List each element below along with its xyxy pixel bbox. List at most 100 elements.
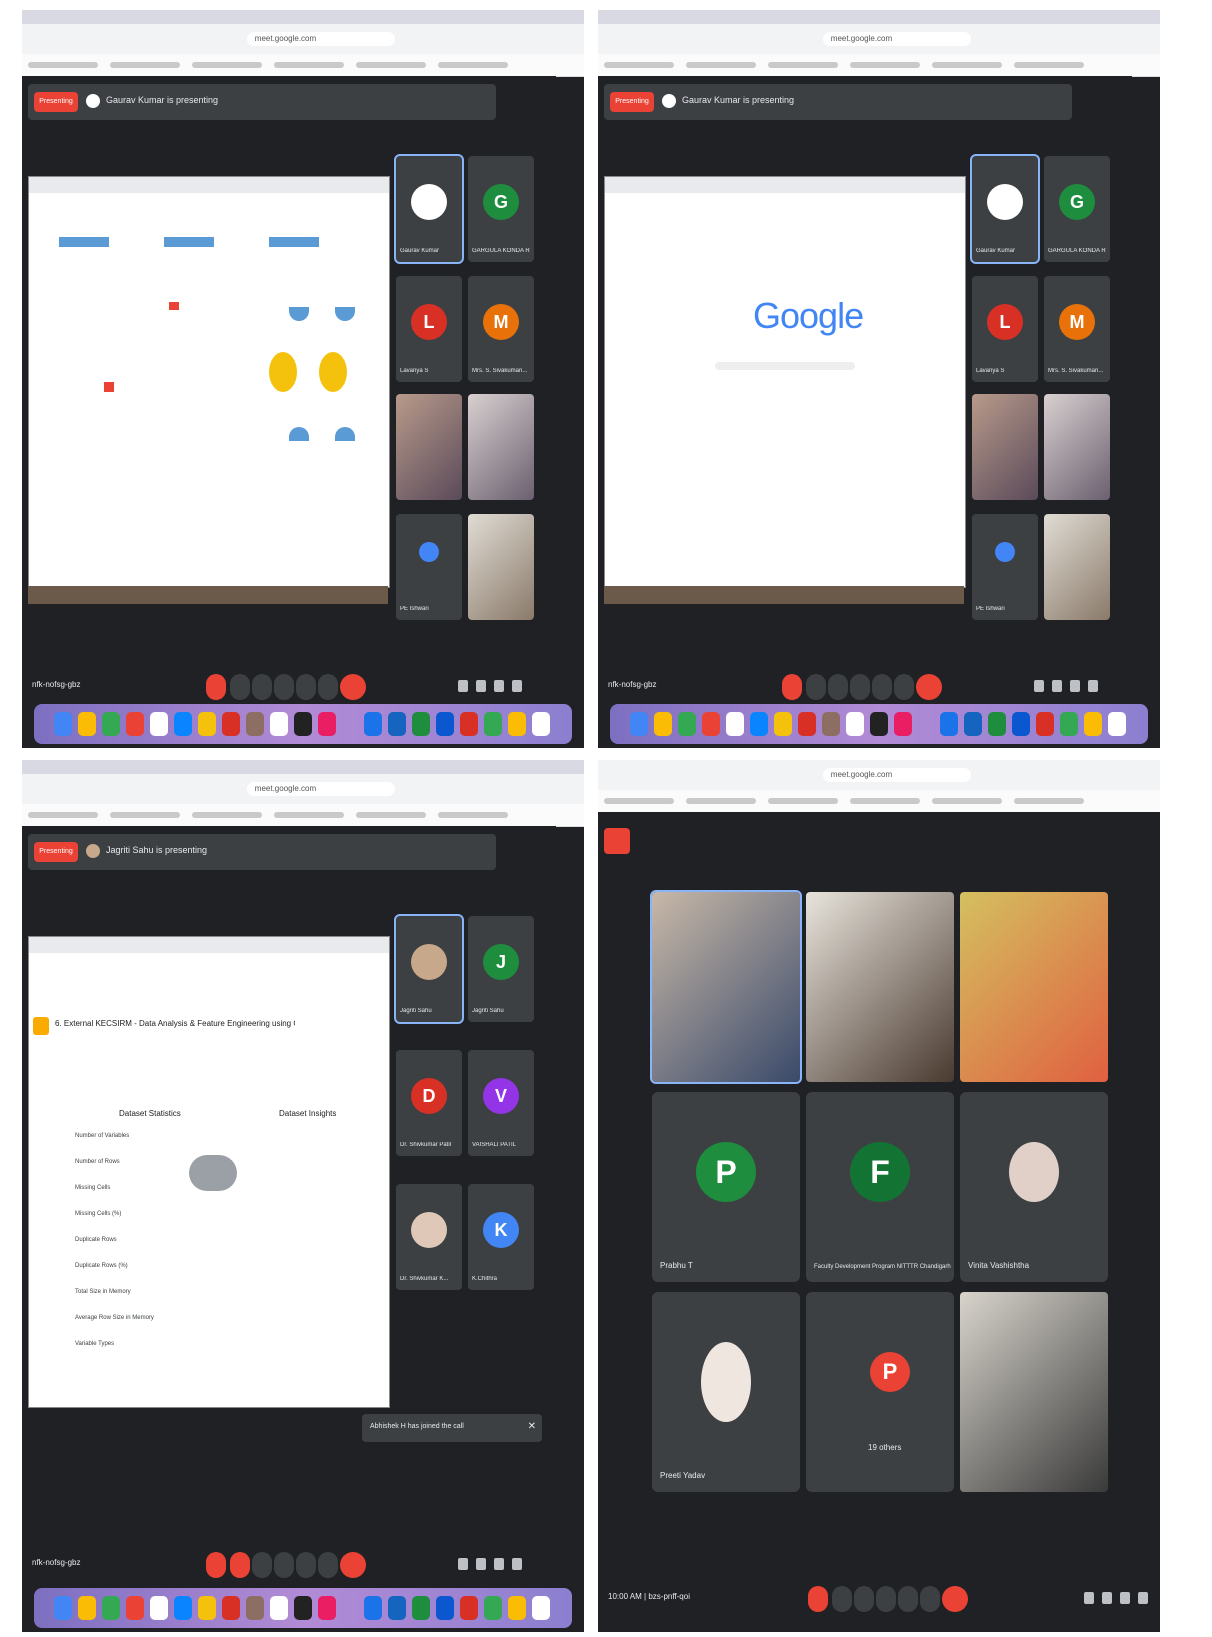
participant-tile[interactable]: Vinita Vashishtha: [960, 1092, 1108, 1282]
avatar: [701, 1342, 751, 1422]
info-icon[interactable]: [1034, 680, 1044, 692]
chat-icon[interactable]: [1070, 680, 1080, 692]
more-button[interactable]: [318, 674, 338, 700]
address-bar[interactable]: meet.google.com: [822, 32, 971, 46]
more-button[interactable]: [894, 674, 914, 700]
raise-hand-button[interactable]: [850, 674, 870, 700]
participant-tile[interactable]: V VAISHALI PATIL: [468, 1050, 534, 1156]
info-icon[interactable]: [1084, 1592, 1094, 1604]
leave-call-button[interactable]: [340, 1552, 366, 1578]
mic-button[interactable]: [808, 1586, 828, 1612]
address-bar[interactable]: meet.google.com: [822, 768, 971, 782]
present-button[interactable]: [898, 1586, 918, 1612]
present-button[interactable]: [296, 1552, 316, 1578]
participant-video[interactable]: [806, 892, 954, 1082]
participant-tile[interactable]: M Mrs. S. Sivakumari...: [1044, 276, 1110, 382]
browser-toolbar[interactable]: meet.google.com: [22, 774, 584, 805]
info-icon[interactable]: [458, 1558, 468, 1570]
more-button[interactable]: [318, 1552, 338, 1578]
participant-tile[interactable]: Gaurav Kumar: [394, 154, 464, 264]
people-icon[interactable]: [476, 680, 486, 692]
participant-tile[interactable]: P Prabhu T: [652, 1092, 800, 1282]
participant-video[interactable]: [960, 892, 1108, 1082]
participant-tile[interactable]: Jagriti Sahu: [394, 914, 464, 1024]
address-bar[interactable]: meet.google.com: [246, 782, 395, 796]
participant-tile[interactable]: G GARGULA KONDA R...: [468, 156, 534, 262]
participant-tile[interactable]: P 19 others: [806, 1292, 954, 1492]
participant-video[interactable]: [650, 890, 802, 1084]
participant-name: Faculty Development Program NITTTR Chand…: [814, 1264, 951, 1270]
present-button[interactable]: [872, 674, 892, 700]
presenting-button[interactable]: Presenting: [34, 92, 78, 112]
raise-hand-button[interactable]: [274, 674, 294, 700]
camera-button[interactable]: [230, 674, 250, 700]
mic-button[interactable]: [782, 674, 802, 700]
captions-button[interactable]: [252, 1552, 272, 1578]
presenting-button[interactable]: Presenting: [34, 842, 78, 862]
participant-video[interactable]: [1044, 394, 1110, 500]
meet-window: P Prabhu T F Faculty Development Program N…: [598, 812, 1160, 1632]
activities-icon[interactable]: [1088, 680, 1098, 692]
leave-call-button[interactable]: [340, 674, 366, 700]
avatar: P: [870, 1352, 910, 1392]
captions-button[interactable]: [854, 1586, 874, 1612]
join-notification[interactable]: Abhishek H has joined the call ✕: [362, 1414, 542, 1442]
presenter-label: Gaurav Kumar is presenting: [106, 95, 219, 105]
people-icon[interactable]: [476, 1558, 486, 1570]
participant-name: PE Ishwari: [976, 606, 1005, 612]
participant-tile[interactable]: Dr. Shivkumar K...: [396, 1184, 462, 1290]
camera-button[interactable]: [230, 1552, 250, 1578]
participant-tile[interactable]: G GARGULA KONDA R...: [1044, 156, 1110, 262]
leave-call-button[interactable]: [916, 674, 942, 700]
camera-button[interactable]: [832, 1586, 852, 1612]
info-icon[interactable]: [458, 680, 468, 692]
participant-video[interactable]: [468, 394, 534, 500]
captions-button[interactable]: [252, 674, 272, 700]
participant-video[interactable]: [468, 514, 534, 620]
browser-toolbar[interactable]: meet.google.com: [598, 24, 1160, 55]
participant-video[interactable]: [972, 394, 1038, 500]
participant-tile[interactable]: L Lavanya S: [972, 276, 1038, 382]
participant-tile[interactable]: K K.Chithra: [468, 1184, 534, 1290]
participant-video[interactable]: [960, 1292, 1108, 1492]
mic-button[interactable]: [206, 674, 226, 700]
search-box[interactable]: [715, 362, 855, 370]
participant-tile[interactable]: Preeti Yadav: [652, 1292, 800, 1492]
more-button[interactable]: [920, 1586, 940, 1612]
participant-tile[interactable]: D Dr. Shivkumar Patil: [396, 1050, 462, 1156]
raise-hand-button[interactable]: [274, 1552, 294, 1578]
presenting-button[interactable]: [604, 828, 630, 854]
participant-tile[interactable]: PE Ishwari: [972, 514, 1038, 620]
people-icon[interactable]: [1102, 1592, 1112, 1604]
browser-toolbar[interactable]: meet.google.com: [598, 760, 1160, 791]
address-bar[interactable]: meet.google.com: [246, 32, 395, 46]
close-icon[interactable]: ✕: [528, 1421, 536, 1432]
captions-button[interactable]: [828, 674, 848, 700]
raise-hand-button[interactable]: [876, 1586, 896, 1612]
participant-tile[interactable]: L Lavanya S: [396, 276, 462, 382]
leave-call-button[interactable]: [942, 1586, 968, 1612]
chat-icon[interactable]: [1120, 1592, 1130, 1604]
participant-video[interactable]: [1044, 514, 1110, 620]
activities-icon[interactable]: [512, 680, 522, 692]
mic-button[interactable]: [206, 1552, 226, 1578]
present-button[interactable]: [296, 674, 316, 700]
presenting-button[interactable]: Presenting: [610, 92, 654, 112]
avatar: [411, 944, 447, 980]
participant-name: GARGULA KONDA R...: [1048, 248, 1106, 254]
chat-icon[interactable]: [494, 1558, 504, 1570]
activities-icon[interactable]: [512, 1558, 522, 1570]
browser-toolbar[interactable]: meet.google.com: [22, 24, 584, 55]
chat-icon[interactable]: [494, 680, 504, 692]
participant-video[interactable]: [396, 394, 462, 500]
participant-tile[interactable]: Gaurav Kumar: [970, 154, 1040, 264]
participant-tile[interactable]: M Mrs. S. Sivakumari...: [468, 276, 534, 382]
participant-tile[interactable]: J Jagriti Sahu: [468, 916, 534, 1022]
camera-button[interactable]: [806, 674, 826, 700]
activities-icon[interactable]: [1138, 1592, 1148, 1604]
participant-tile[interactable]: PE Ishwari: [396, 514, 462, 620]
people-icon[interactable]: [1052, 680, 1062, 692]
presenter-label: Gaurav Kumar is presenting: [682, 95, 795, 105]
desktop-strip: [28, 586, 388, 604]
participant-tile[interactable]: F Faculty Development Program NITTTR Chan…: [806, 1092, 954, 1282]
